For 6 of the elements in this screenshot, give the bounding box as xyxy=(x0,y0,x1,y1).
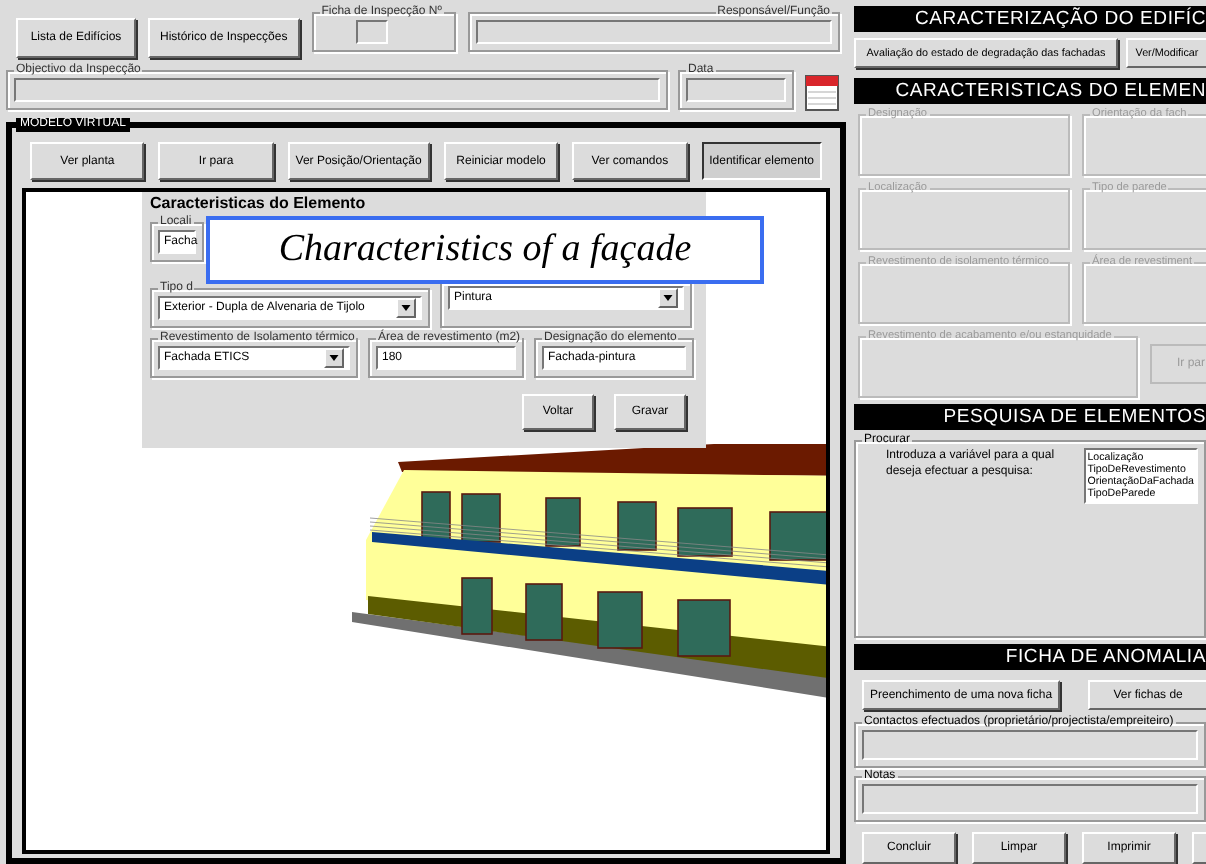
caption-box: Characteristics of a façade xyxy=(206,216,764,284)
section-header: PESQUISA DE ELEMENTOS xyxy=(854,404,1206,430)
section-header: CARACTERISTICAS DO ELEMEN xyxy=(854,78,1206,104)
dialog-title: Caracteristicas do Elemento xyxy=(150,194,368,212)
section-header: CARACTERIZAÇÃO DO EDIFÍC xyxy=(854,6,1206,32)
section-header: FICHA DE ANOMALIA xyxy=(854,644,1206,670)
